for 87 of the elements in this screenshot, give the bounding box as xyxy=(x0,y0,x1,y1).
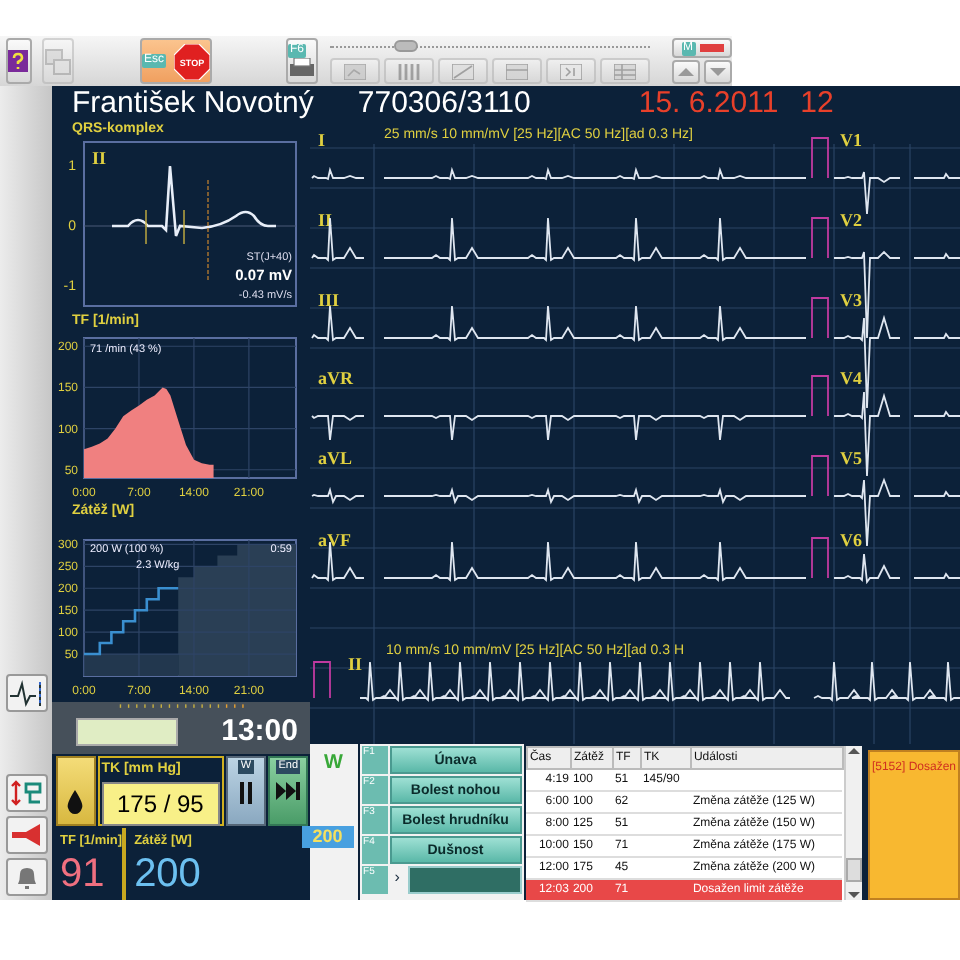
ecg-trace xyxy=(833,477,901,547)
scrollbar[interactable] xyxy=(843,746,862,900)
ecg-trace xyxy=(311,217,365,263)
lead-label: V5 xyxy=(840,448,862,468)
skip-end-icon xyxy=(276,782,301,800)
up-arrow-icon xyxy=(676,64,696,80)
bp-button[interactable] xyxy=(5,774,47,812)
ecg-trace xyxy=(913,410,960,417)
ecg-trace xyxy=(913,172,960,179)
ecg-trace xyxy=(833,391,901,477)
ecg-trace xyxy=(311,415,365,441)
lead-label: V4 xyxy=(840,368,862,388)
calibration-pulse xyxy=(811,375,829,417)
vital-value: 91 xyxy=(60,851,107,896)
load-line xyxy=(84,586,179,656)
calibration-pulse xyxy=(811,137,829,179)
help-button[interactable] xyxy=(6,38,32,84)
lead-label: aVL xyxy=(318,448,353,468)
table-icon xyxy=(614,63,636,79)
arrow-glyph: › xyxy=(392,866,402,890)
calibration-pulse xyxy=(811,455,829,497)
timer-display: 13:00 xyxy=(221,711,298,751)
chart-icon xyxy=(344,63,366,79)
marker-line xyxy=(207,179,209,281)
ecg-trace xyxy=(913,490,960,497)
input-field[interactable] xyxy=(407,866,522,894)
exam-time: 12 xyxy=(800,88,834,118)
lead-label: aVF xyxy=(318,530,351,550)
lead-label: II xyxy=(92,148,107,168)
lead-label: V1 xyxy=(840,130,862,150)
monitor-icon xyxy=(43,47,72,75)
ecg-trace xyxy=(913,332,960,339)
lead-label: V2 xyxy=(840,210,862,230)
vital-value: 200 xyxy=(134,851,203,896)
marker-bar-icon xyxy=(699,44,723,52)
patient-id: 770306/3110 xyxy=(357,88,531,118)
panel-icon xyxy=(506,63,528,79)
ecg-trace xyxy=(833,553,901,585)
grid-icon xyxy=(398,63,420,79)
lead-label: V6 xyxy=(840,530,862,550)
sum-icon xyxy=(560,63,582,79)
lead-label: aVR xyxy=(318,368,353,388)
ecg-trace xyxy=(913,252,960,259)
ecg-icon xyxy=(9,678,43,708)
drop-icon xyxy=(66,790,85,814)
bell-button[interactable] xyxy=(5,858,47,896)
calibration-pulse xyxy=(811,297,829,339)
workload-value: 200 xyxy=(301,826,354,848)
ecg-trace xyxy=(833,250,901,339)
ecg-trace xyxy=(913,572,960,579)
slope-icon xyxy=(452,63,474,79)
lead-label: II xyxy=(348,654,363,674)
area-fill xyxy=(84,387,214,478)
marker-line xyxy=(183,209,185,245)
ecg-trace xyxy=(311,305,365,343)
leads-button[interactable] xyxy=(5,674,47,712)
slider-track[interactable] xyxy=(330,46,650,56)
lead-label: V3 xyxy=(840,290,862,310)
printer-icon xyxy=(288,58,316,78)
scroll-thumb[interactable] xyxy=(845,858,862,882)
scroll-up-icon xyxy=(847,746,860,756)
calibration-pulse xyxy=(811,217,829,259)
scroll-down-icon xyxy=(847,890,860,900)
lead-label: III xyxy=(318,290,340,310)
ecg-trace xyxy=(833,314,901,409)
ecg-trace xyxy=(311,166,365,181)
arrow-button[interactable] xyxy=(704,60,732,84)
calibration-pulse xyxy=(811,537,829,579)
arrow-button[interactable] xyxy=(672,60,700,84)
pause-icon xyxy=(237,782,254,804)
marker-line xyxy=(145,209,147,245)
measure-button[interactable] xyxy=(56,756,96,826)
exam-date: 15. 6.2011 xyxy=(638,88,779,118)
down-arrow-icon xyxy=(708,64,728,80)
horn-button[interactable] xyxy=(5,816,47,854)
lead-label: I xyxy=(318,130,326,150)
pump-icon xyxy=(9,778,43,808)
help-icon xyxy=(8,50,29,72)
bp-value: 175 / 95 xyxy=(101,781,220,825)
ecg-trace xyxy=(833,171,901,215)
patient-name: František Novotný xyxy=(72,88,314,118)
status-field xyxy=(76,717,178,746)
horn-icon xyxy=(9,820,43,850)
ecg-trace xyxy=(311,486,365,505)
slider-thumb[interactable] xyxy=(394,40,418,52)
calibration-pulse xyxy=(313,661,331,699)
workload-label: W xyxy=(324,750,343,778)
